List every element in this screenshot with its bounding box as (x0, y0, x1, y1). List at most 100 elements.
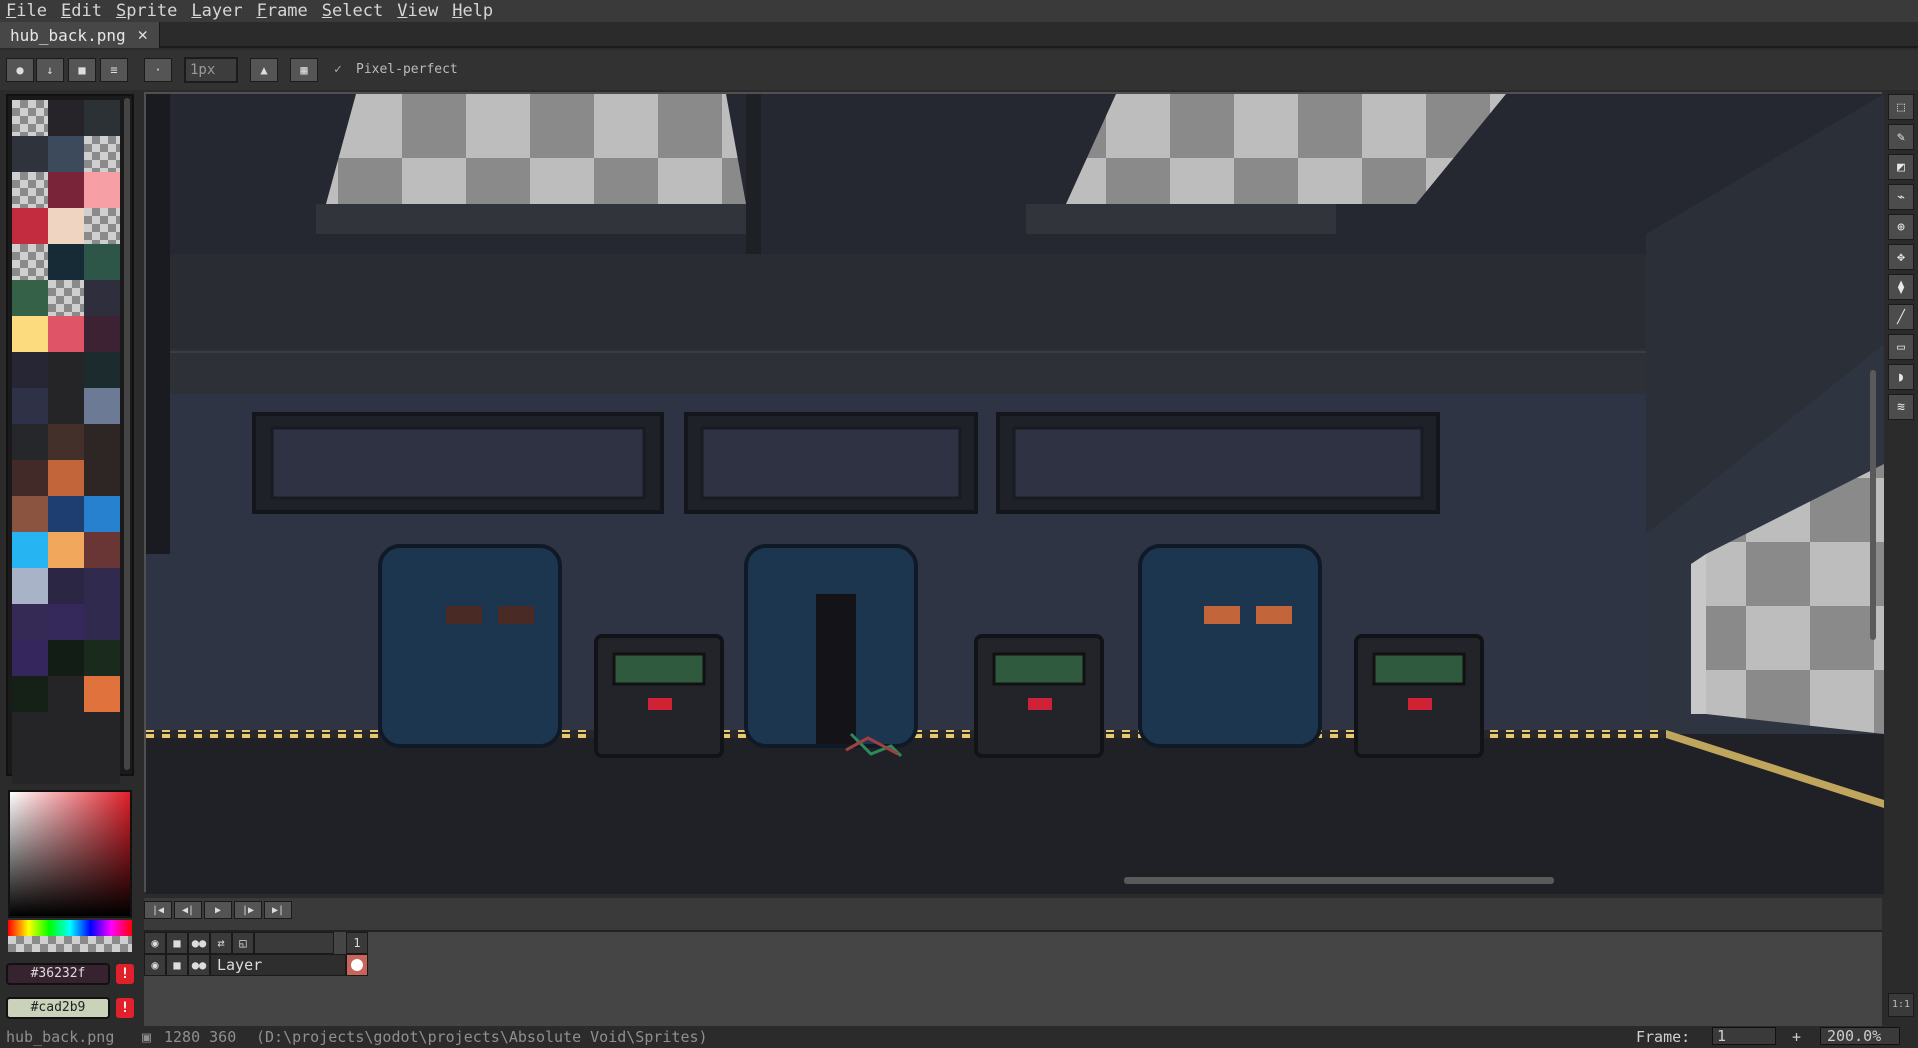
brush-size-field[interactable]: 1px (184, 57, 238, 83)
palette-swatch[interactable] (12, 172, 48, 208)
palette-swatch[interactable] (12, 244, 48, 280)
palette-swatch[interactable] (48, 568, 84, 604)
palette-swatch[interactable] (48, 388, 84, 424)
color-spectrum[interactable] (8, 790, 132, 918)
palette-swatch[interactable] (84, 172, 120, 208)
palette-swatch[interactable] (48, 712, 84, 748)
menu-layer[interactable]: Layer (185, 0, 250, 22)
play-icon[interactable]: ▶ (204, 901, 232, 919)
line-tool-icon[interactable]: ╱ (1888, 304, 1914, 330)
palette-swatch[interactable] (48, 100, 84, 136)
sprite-canvas[interactable] (144, 92, 1884, 894)
palette-swatch[interactable] (84, 136, 120, 172)
palette-swatch[interactable] (12, 604, 48, 640)
layer-continuous-icon[interactable]: ●● (188, 954, 210, 976)
palette-swatch[interactable] (84, 208, 120, 244)
palette-swatch[interactable] (12, 424, 48, 460)
last-frame-icon[interactable]: ▶| (264, 901, 292, 919)
menu-frame[interactable]: Frame (251, 0, 316, 22)
menu-sprite[interactable]: Sprite (110, 0, 185, 22)
palette-swatch[interactable] (84, 748, 120, 784)
document-tab[interactable]: hub_back.png ✕ (0, 22, 160, 48)
canvas-vertical-scrollbar[interactable] (1870, 370, 1876, 640)
palette-swatch[interactable] (12, 388, 48, 424)
zoom-fit-icon[interactable]: 1:1 (1888, 993, 1914, 1017)
palette-swatch[interactable] (12, 748, 48, 784)
palette-swatch[interactable] (48, 424, 84, 460)
palette-swatch[interactable] (48, 496, 84, 532)
palette-swatch[interactable] (84, 712, 120, 748)
palette-swatch[interactable] (12, 568, 48, 604)
brush-shape-icon[interactable]: · (144, 58, 172, 82)
group-header-icon[interactable]: ◱ (232, 932, 254, 954)
foreground-color[interactable]: #36232f (6, 963, 110, 985)
layer-lock-icon[interactable]: ■ (166, 954, 188, 976)
palette-swatch[interactable] (48, 532, 84, 568)
palette-swatch[interactable] (12, 280, 48, 316)
menu-help[interactable]: Help (446, 0, 501, 22)
palette-swatch[interactable] (84, 496, 120, 532)
palette-swatch[interactable] (12, 136, 48, 172)
canvas-horizontal-scrollbar[interactable] (1124, 877, 1554, 884)
palette-scrollbar[interactable] (124, 98, 130, 770)
move-tool-icon[interactable]: ✥ (1888, 244, 1914, 270)
palette-swatch[interactable] (48, 208, 84, 244)
next-frame-icon[interactable]: |▶ (234, 901, 262, 919)
frame-number[interactable]: 1 (346, 932, 368, 954)
link-header-icon[interactable]: ⇄ (210, 932, 232, 954)
lock-alpha-icon[interactable]: ● (6, 58, 34, 82)
palette-swatch[interactable] (84, 460, 120, 496)
palette-swatch[interactable] (48, 136, 84, 172)
download-icon[interactable]: ↓ (36, 58, 64, 82)
fg-warning-icon[interactable]: ! (116, 964, 134, 984)
palette-swatch[interactable] (12, 712, 48, 748)
zoom-tool-icon[interactable]: ⊕ (1888, 214, 1914, 240)
previous-frame-icon[interactable]: ◀| (174, 901, 202, 919)
zoom-input[interactable]: 200.0% (1820, 1027, 1900, 1045)
palette-swatch[interactable] (84, 388, 120, 424)
palette-swatch[interactable] (84, 676, 120, 712)
palette-swatch[interactable] (12, 208, 48, 244)
palette-swatch[interactable] (84, 244, 120, 280)
menu-lines-icon[interactable]: ≡ (100, 58, 128, 82)
palette-swatch[interactable] (12, 676, 48, 712)
pencil-tool-icon[interactable]: ✎ (1888, 124, 1914, 150)
palette-swatch[interactable] (12, 532, 48, 568)
palette-swatch[interactable] (48, 352, 84, 388)
palette-swatch[interactable] (12, 496, 48, 532)
menu-file[interactable]: File (0, 0, 55, 22)
palette-swatch[interactable] (48, 460, 84, 496)
hue-slider[interactable] (8, 920, 132, 936)
palette-swatch[interactable] (48, 316, 84, 352)
palette-swatch[interactable] (48, 172, 84, 208)
palette-swatch[interactable] (84, 532, 120, 568)
blur-tool-icon[interactable]: ◗ (1888, 364, 1914, 390)
new-frame-button[interactable]: + (1792, 1028, 1801, 1046)
palette-swatch[interactable] (84, 568, 120, 604)
close-tab-icon[interactable]: ✕ (138, 25, 148, 45)
fill-tool-icon[interactable]: ⧫ (1888, 274, 1914, 300)
menu-select[interactable]: Select (316, 0, 391, 22)
palette-swatch[interactable] (84, 640, 120, 676)
palette-swatch[interactable] (12, 316, 48, 352)
contour-tool-icon[interactable]: ≋ (1888, 394, 1914, 420)
palette-swatch[interactable] (12, 460, 48, 496)
palette-swatch[interactable] (12, 352, 48, 388)
eyedropper-tool-icon[interactable]: ⌁ (1888, 184, 1914, 210)
menu-edit[interactable]: Edit (55, 0, 110, 22)
palette-swatch[interactable] (48, 640, 84, 676)
palette-swatch[interactable] (48, 676, 84, 712)
dither-icon[interactable]: ▦ (290, 58, 318, 82)
palette-swatch[interactable] (12, 640, 48, 676)
pixel-perfect-checkbox[interactable]: ✓ (334, 62, 342, 77)
bg-warning-icon[interactable]: ! (116, 998, 134, 1018)
eraser-tool-icon[interactable]: ◩ (1888, 154, 1914, 180)
palette-swatch[interactable] (84, 316, 120, 352)
palette-swatch[interactable] (48, 280, 84, 316)
palette-swatch[interactable] (48, 748, 84, 784)
alpha-slider[interactable] (8, 936, 132, 952)
palette-swatch[interactable] (84, 100, 120, 136)
ink-type-icon[interactable]: ▲ (250, 58, 278, 82)
palette-swatch[interactable] (84, 424, 120, 460)
palette-swatch[interactable] (48, 244, 84, 280)
